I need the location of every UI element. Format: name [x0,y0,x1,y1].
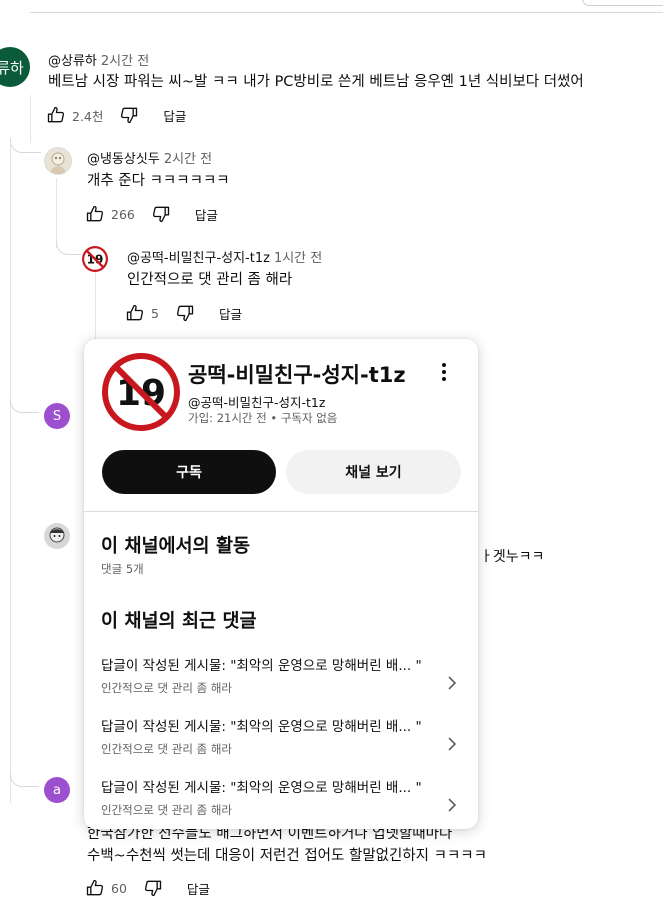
channel-handle: @공떡-비밀친구-성지-t1z [188,395,326,410]
view-channel-button[interactable]: 채널 보기 [286,450,461,494]
chevron-right-icon [448,676,457,690]
avatar[interactable]: S [44,403,70,429]
like-count: 60 [111,880,127,896]
avatar[interactable]: 19 [82,246,108,272]
channel-avatar[interactable]: 19 [102,353,180,431]
comment-header: @공떡-비밀친구-성지-t1z 1시간 전 [127,247,322,266]
thread-line [10,143,11,803]
recent-comment-title: 답글이 작성된 게시물: "최악의 운영으로 망해버린 배... " [101,780,422,796]
like-icon[interactable] [125,303,145,323]
comment-time[interactable]: 2시간 전 [164,152,212,167]
comment-text-fragment: ㅏ겟누ㅋㅋ [480,549,545,565]
comment-author[interactable]: @상류하 [48,54,97,69]
thread-curve [10,772,39,787]
comment-text: 수백~수천씩 썻는데 대응이 저런건 접어도 할말없긴하지 ㅋㅋㅋㅋ [87,848,487,864]
comment-actions: 266 답글 [85,202,218,226]
recent-comment-item[interactable]: 답글이 작성된 게시물: "최악의 운영으로 망해버린 배... " 인간적으로… [101,776,461,826]
comment-text: 베트남 시장 파워는 씨~발 ㅋㅋ 내가 PC방비로 쓴게 베트남 응우옌 1년… [48,74,584,90]
thread-line [95,272,96,340]
recent-comment-snippet: 인간적으로 댓 관리 좀 해라 [101,681,233,695]
avatar-initials: 류하 [0,58,24,77]
channel-title[interactable]: 공떡-비밀친구-성지-t1z [188,359,406,389]
comment-time[interactable]: 1시간 전 [274,251,322,266]
like-icon[interactable] [46,105,66,125]
top-divider [30,12,663,13]
reply-button[interactable]: 답글 [187,879,210,898]
like-icon[interactable] [85,878,105,898]
thread-curve [10,138,41,153]
channel-hover-card: 19 공떡-비밀친구-성지-t1z @공떡-비밀친구-성지-t1z 가입: 21… [84,339,478,829]
avatar[interactable] [44,523,70,549]
avatar-initials: S [52,408,62,424]
comment-author[interactable]: @냉동상싯두 [87,152,160,167]
comment-actions: 60 답글 [85,876,210,900]
like-count: 266 [111,206,135,222]
activity-heading: 이 채널에서의 활동 [101,536,251,557]
recent-comment-title: 답글이 작성된 게시물: "최악의 운영으로 망해버린 배... " [101,719,422,735]
thread-curve [10,398,39,413]
like-count: 5 [151,305,159,321]
avatar[interactable]: 류하 [0,47,30,87]
age-19-badge-icon: 19 [82,246,108,272]
avatar-image-icon [49,527,65,543]
recent-comment-snippet: 인간적으로 댓 관리 좀 해라 [101,803,233,817]
divider [84,511,478,512]
recent-comments-heading: 이 채널의 최근 댓글 [101,611,257,632]
more-options-icon[interactable] [434,361,454,383]
recent-comment-item[interactable]: 답글이 작성된 게시물: "최악의 운영으로 망해버린 배... " 인간적으로… [101,715,461,765]
chevron-right-icon [448,737,457,751]
like-icon[interactable] [85,204,105,224]
thread-line [30,95,31,143]
reply-button[interactable]: 답글 [195,205,218,224]
chevron-right-icon [448,798,457,812]
recent-comment-snippet: 인간적으로 댓 관리 좀 해라 [101,742,233,756]
avatar-image-icon [50,152,66,174]
dislike-icon[interactable] [143,878,163,898]
like-count: 2.4천 [72,108,104,124]
comment-text: 개추 준다 ㅋㅋㅋㅋㅋㅋ [87,173,230,189]
top-corner-shape [582,0,663,6]
recent-comment-item[interactable]: 답글이 작성된 게시물: "최악의 운영으로 망해버린 배... " 인간적으로… [101,654,461,704]
recent-comment-title: 답글이 작성된 게시물: "최악의 운영으로 망해버린 배... " [101,658,422,674]
comment-header: @냉동상싯두 2시간 전 [87,148,212,167]
dislike-icon[interactable] [119,105,139,125]
thread-line [56,178,57,248]
subscribe-button[interactable]: 구독 [102,450,276,494]
comment-time[interactable]: 2시간 전 [101,54,149,69]
comment-actions: 5 답글 [125,301,242,325]
reply-button[interactable]: 답글 [163,106,186,125]
age-19-badge-icon: 19 [102,353,180,431]
comment-text: 인간적으로 댓 관리 좀 해라 [127,272,293,288]
comment-author[interactable]: @공떡-비밀친구-성지-t1z [127,251,270,266]
activity-count: 댓글 5개 [101,562,144,576]
thread-curve [56,240,81,255]
avatar-initials: a [53,782,61,798]
comment-actions: 2.4천 답글 [46,103,186,127]
dislike-icon[interactable] [175,303,195,323]
reply-button[interactable]: 답글 [219,304,242,323]
dislike-icon[interactable] [151,204,171,224]
avatar[interactable] [44,147,72,175]
comment-header: @상류하 2시간 전 [48,50,149,69]
avatar[interactable]: a [44,777,70,803]
channel-meta: 가입: 21시간 전 • 구독자 없음 [188,411,338,425]
